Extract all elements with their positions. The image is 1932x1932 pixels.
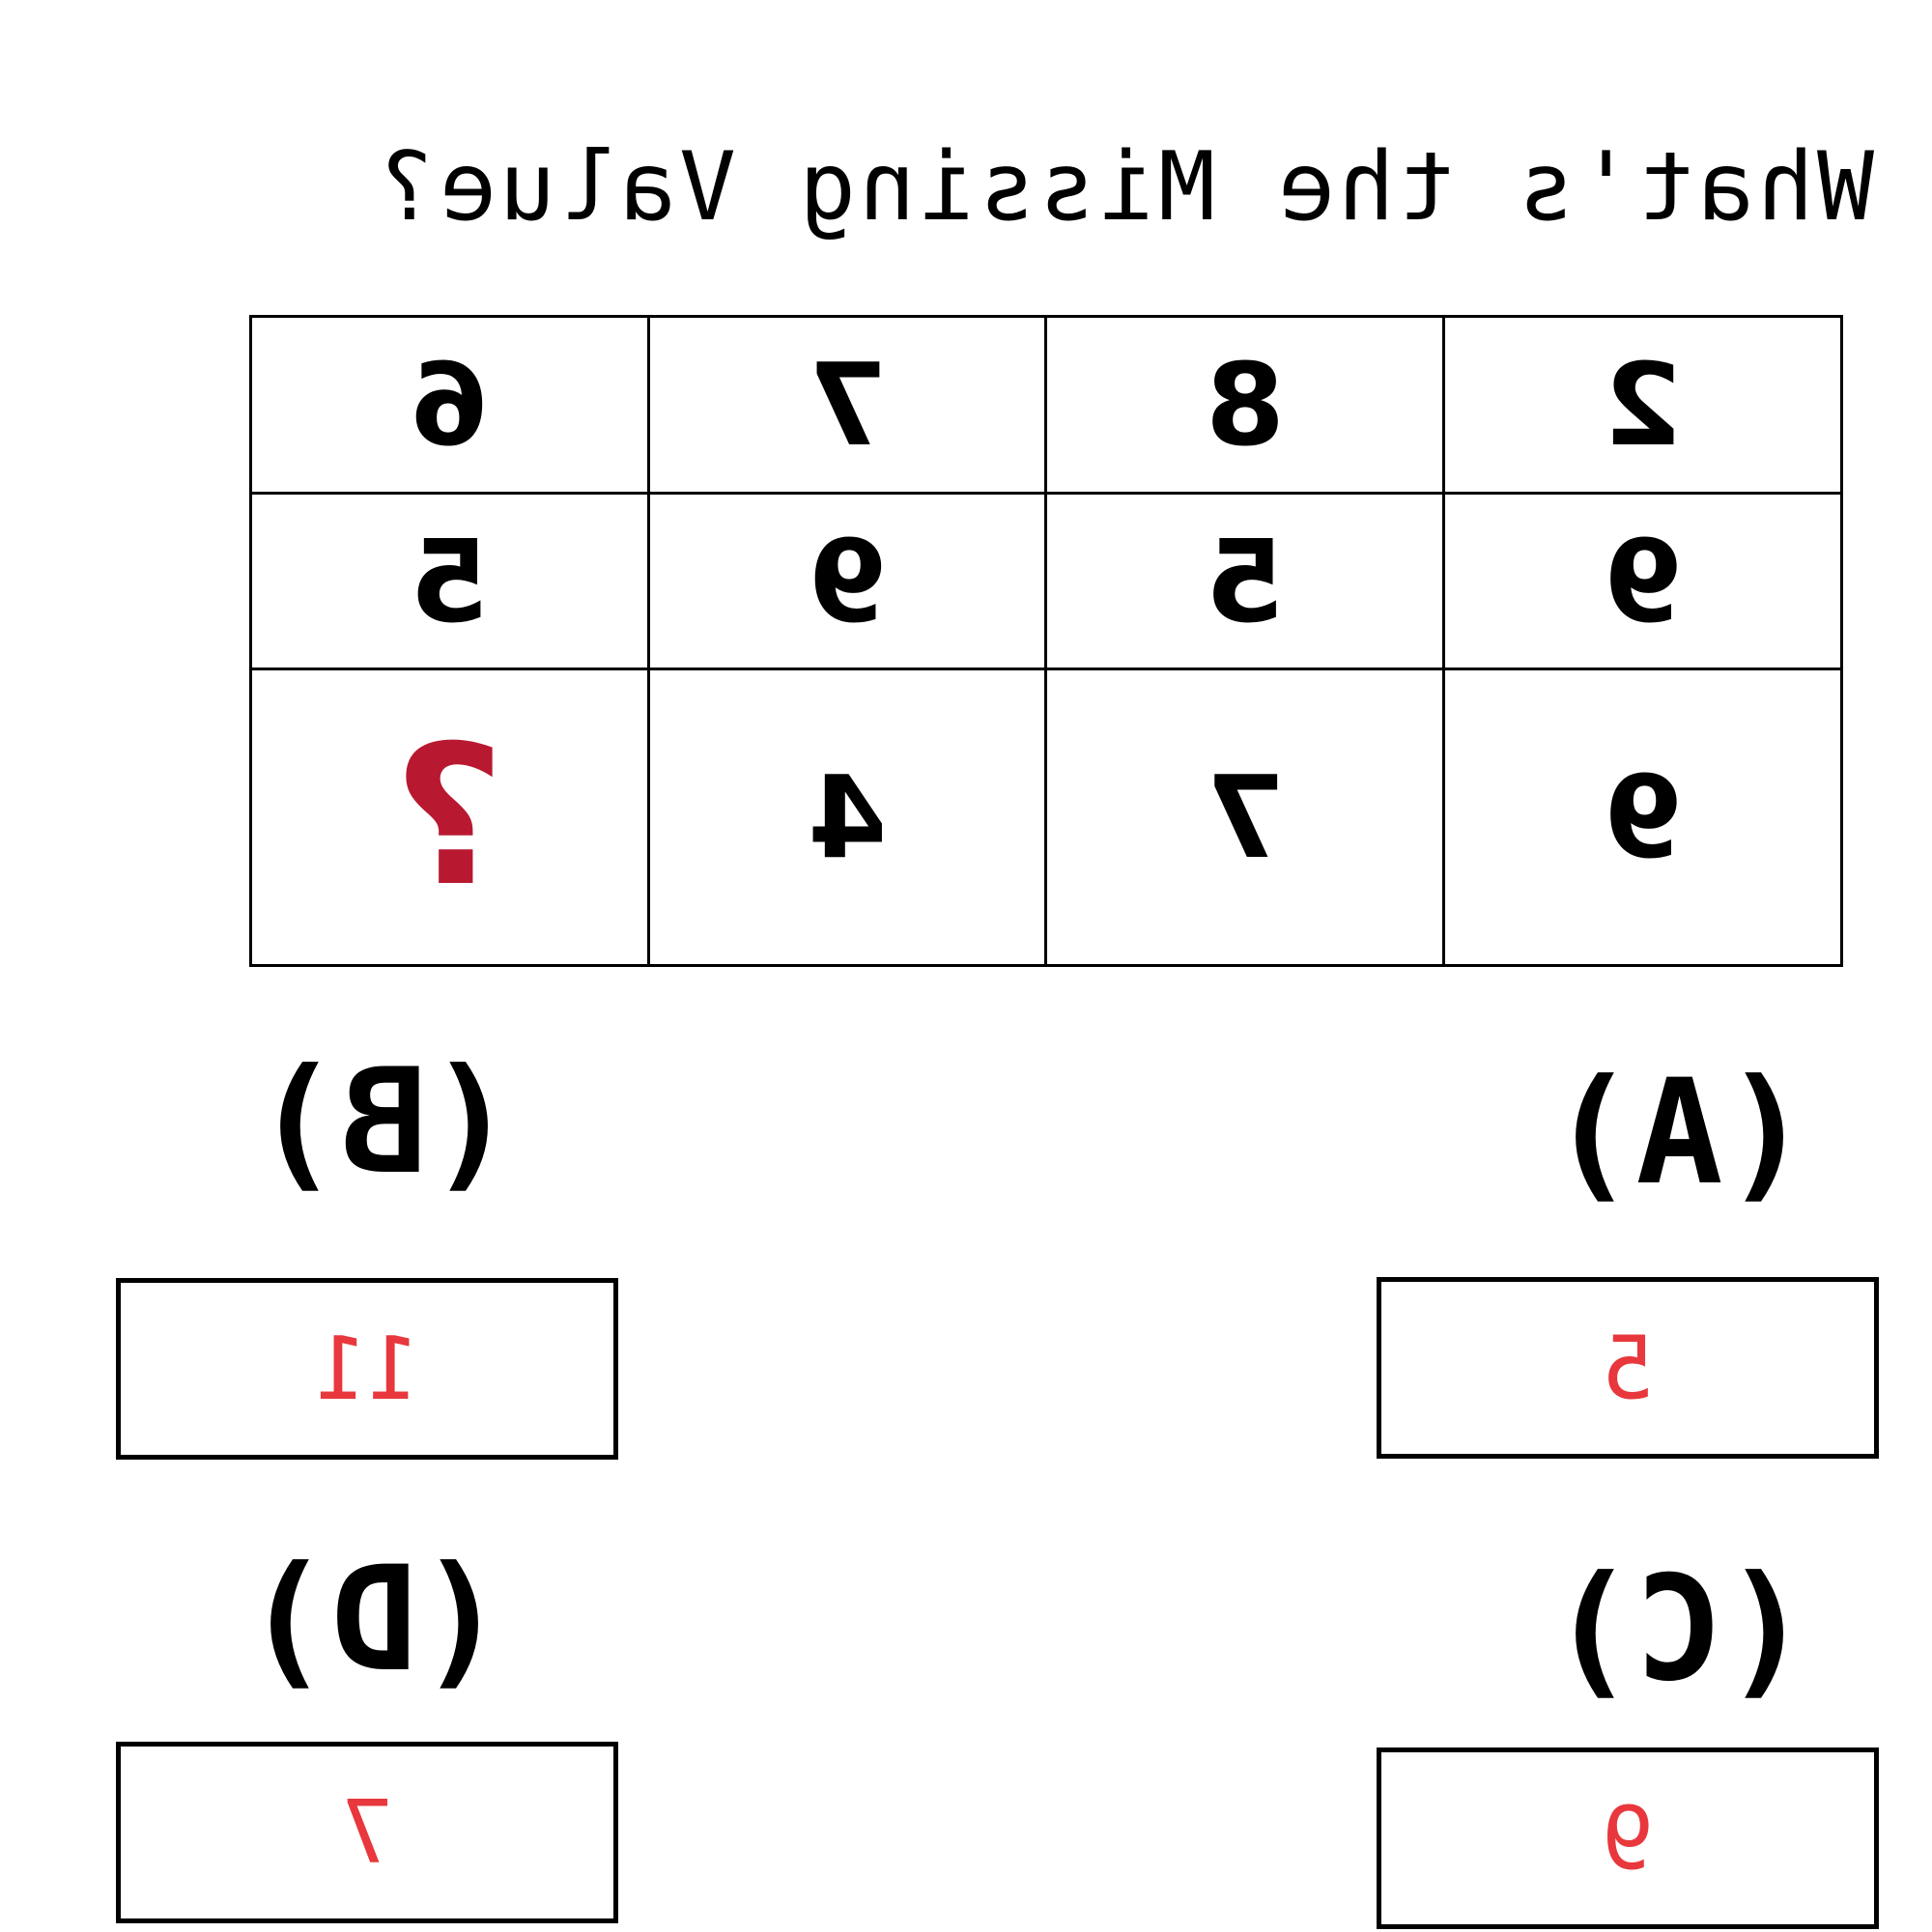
grid-cell: 9 [648, 493, 1046, 669]
option-d-button[interactable]: 7 [116, 1742, 618, 1923]
option-a-label: (A) [1548, 1049, 1810, 1217]
grid-cell: 9 [1443, 668, 1842, 966]
grid-row: 9 7 4 ? [250, 668, 1842, 966]
grid-cell: 7 [648, 316, 1046, 494]
option-b-value: 11 [314, 1318, 420, 1420]
option-d-value: 7 [340, 1781, 394, 1884]
grid-cell: 7 [1046, 668, 1444, 966]
missing-value-cell: ? [250, 668, 649, 966]
grid-row: 9 5 9 5 [250, 493, 1842, 669]
grid-cell: 2 [1443, 316, 1842, 494]
puzzle-canvas: What's the Missing Value? 2 8 7 6 9 5 9 … [0, 0, 1932, 1932]
grid-row: 2 8 7 6 [250, 316, 1842, 494]
puzzle-title: What's the Missing Value? [376, 132, 1874, 242]
option-b-button[interactable]: 11 [116, 1278, 618, 1460]
grid-cell: 9 [1443, 493, 1842, 669]
option-c-value: 9 [1601, 1787, 1655, 1889]
grid-cell: 5 [1046, 493, 1444, 669]
option-c-label: (C) [1548, 1546, 1810, 1714]
option-b-label: (B) [253, 1038, 515, 1207]
option-d-label: (D) [243, 1536, 505, 1704]
option-a-value: 5 [1601, 1317, 1655, 1419]
grid-cell: 6 [250, 316, 649, 494]
grid-cell: 4 [648, 668, 1046, 966]
grid-cell: 8 [1046, 316, 1444, 494]
number-grid: 2 8 7 6 9 5 9 5 9 7 4 ? [249, 315, 1843, 967]
option-c-button[interactable]: 9 [1377, 1747, 1879, 1929]
grid-cell: 5 [250, 493, 649, 669]
option-a-button[interactable]: 5 [1377, 1277, 1879, 1459]
